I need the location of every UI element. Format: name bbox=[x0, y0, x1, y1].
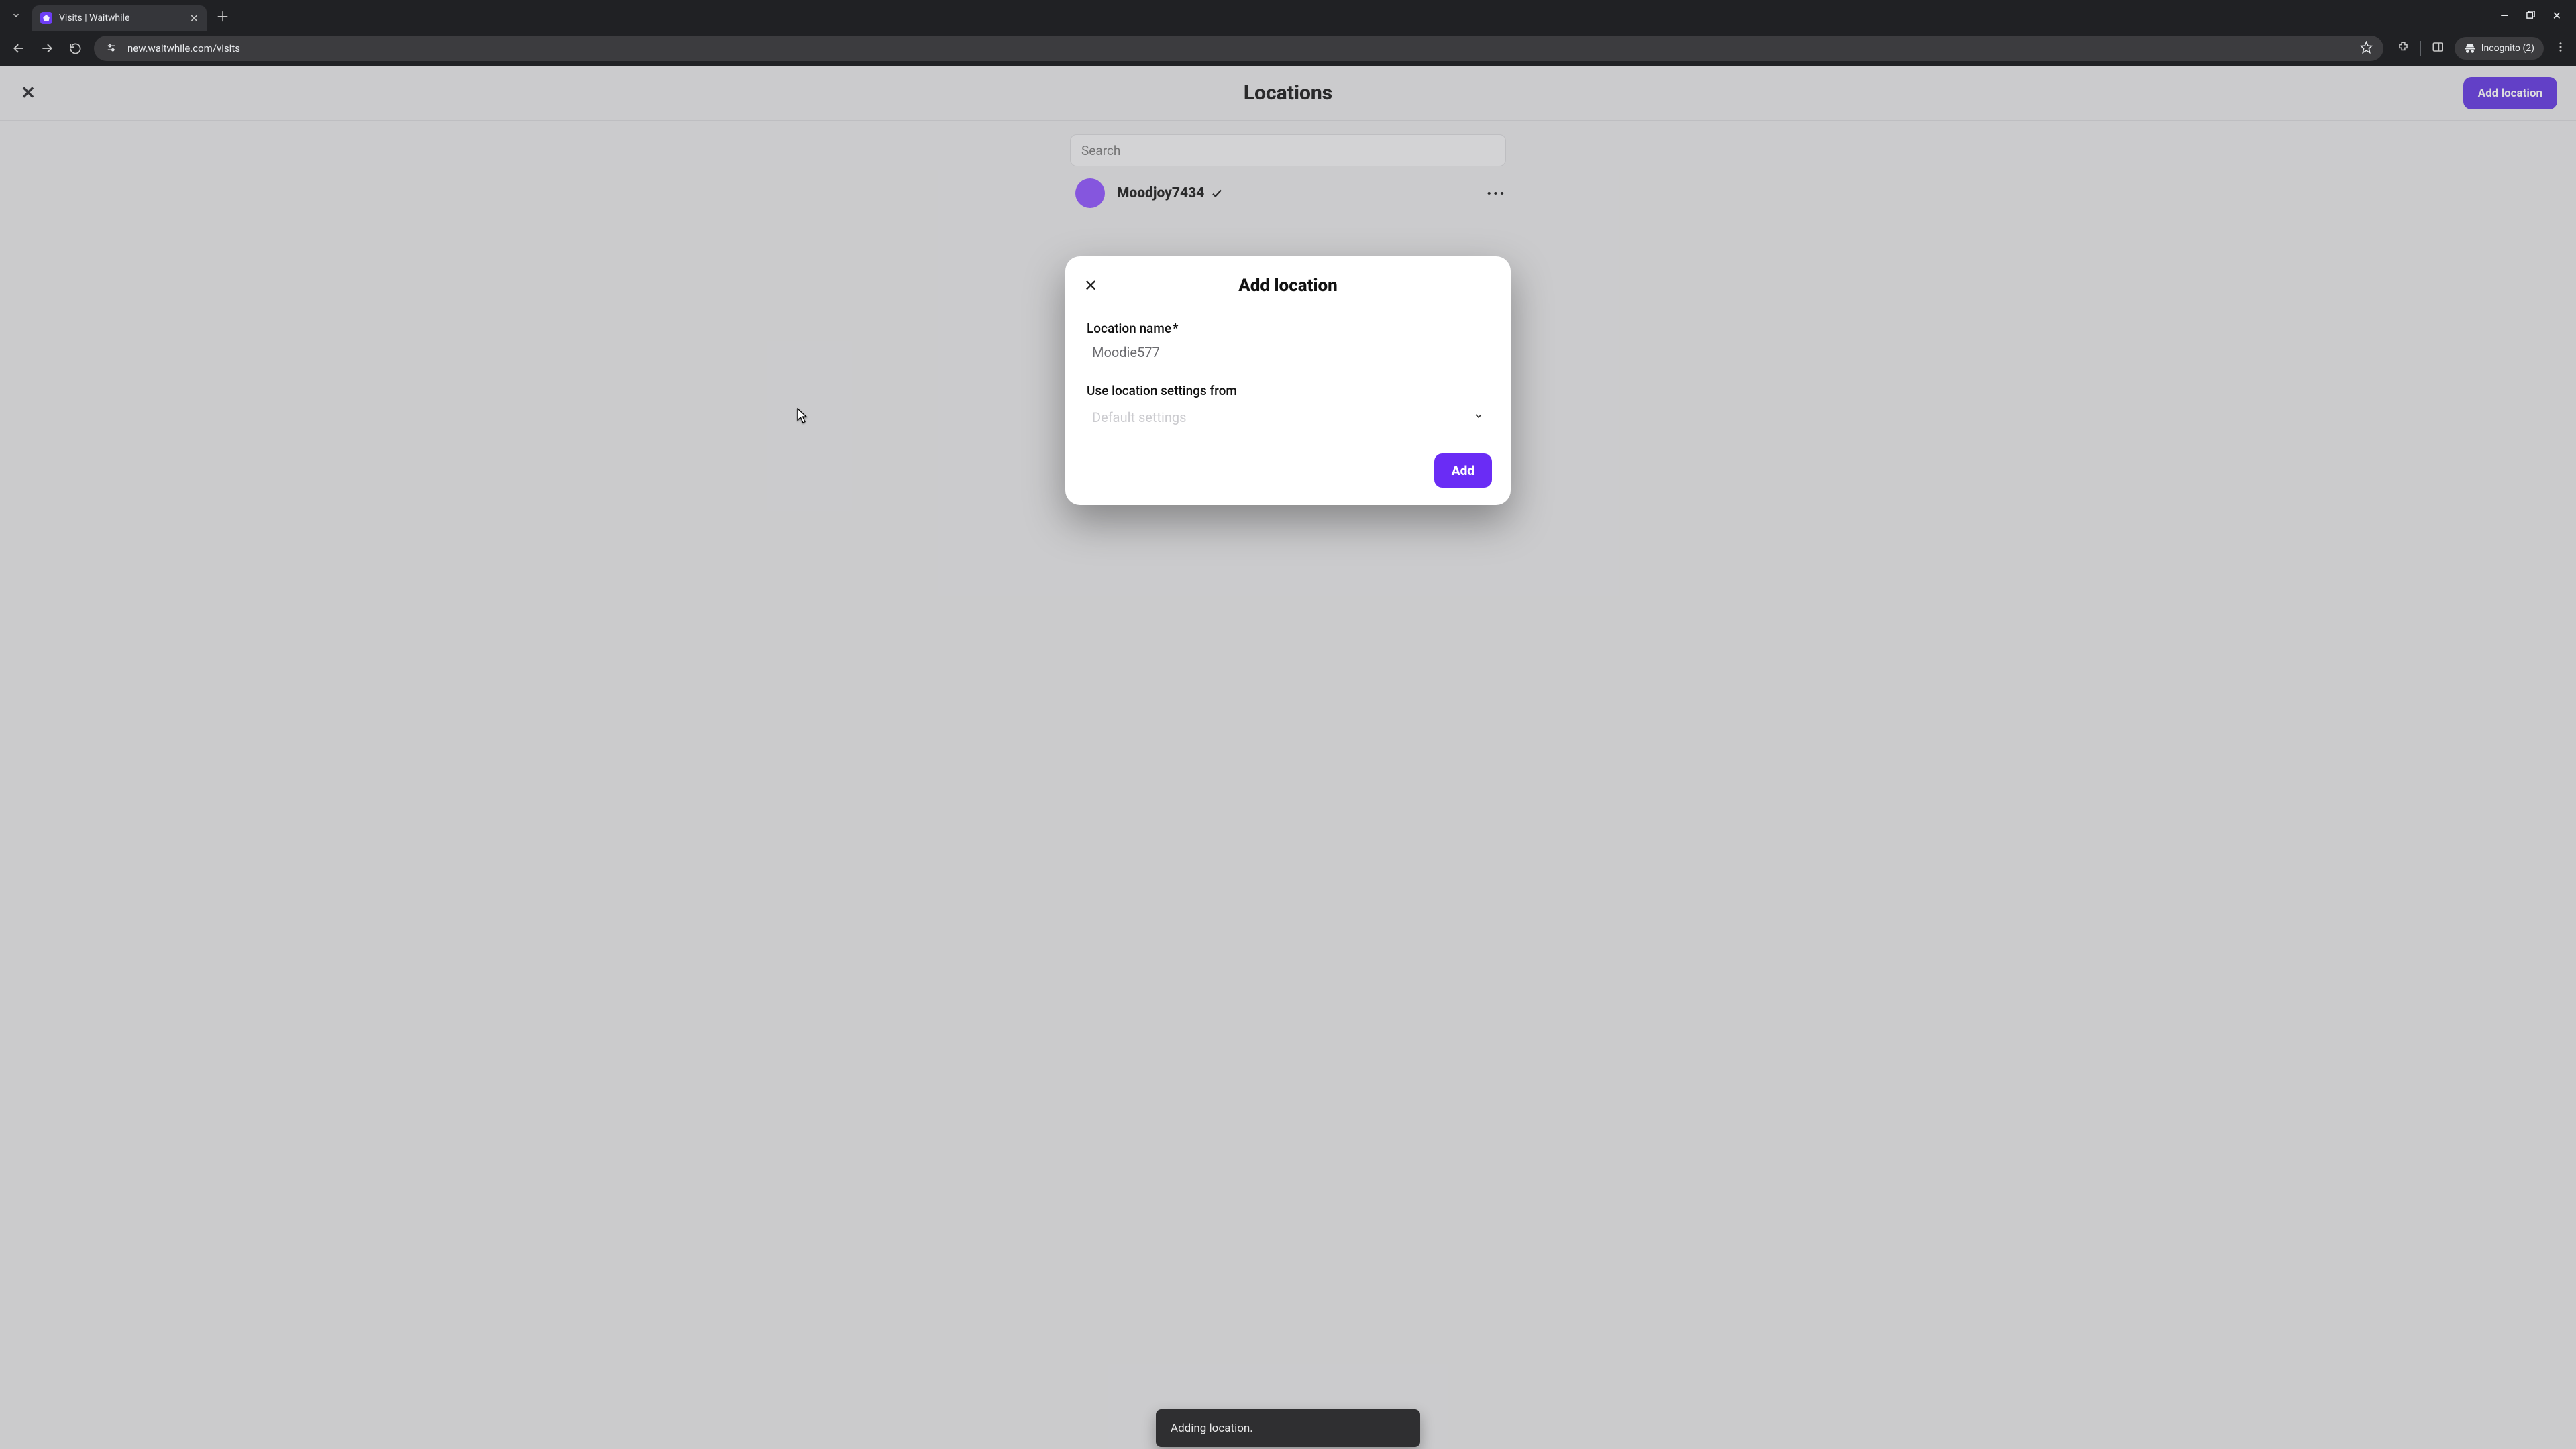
add-location-modal: ✕ Add location Location name* Use locati… bbox=[1065, 256, 1511, 505]
browser-toolbar: Incognito (2) bbox=[0, 31, 2576, 66]
modal-title: Add location bbox=[1100, 276, 1476, 296]
settings-from-value: Default settings bbox=[1092, 409, 1186, 425]
incognito-indicator[interactable]: Incognito (2) bbox=[2455, 37, 2544, 60]
chevron-down-icon bbox=[1473, 411, 1484, 424]
toolbar-right: Incognito (2) bbox=[2393, 37, 2567, 60]
site-info-button[interactable] bbox=[105, 42, 118, 55]
chevron-down-icon bbox=[11, 11, 21, 20]
browser-tab[interactable]: Visits | Waitwhile ✕ bbox=[32, 5, 207, 31]
toast-notification: Adding location. bbox=[1156, 1409, 1420, 1447]
nav-back-button[interactable] bbox=[9, 39, 28, 58]
location-name-field-label: Location name* bbox=[1087, 321, 1489, 336]
incognito-icon bbox=[2464, 42, 2476, 54]
location-name-input[interactable] bbox=[1087, 336, 1489, 364]
toast-message: Adding location. bbox=[1171, 1421, 1253, 1435]
reload-icon bbox=[69, 42, 82, 55]
location-name-label-text: Location name bbox=[1087, 321, 1171, 336]
window-controls: — ✕ bbox=[2500, 9, 2569, 22]
side-panel-button[interactable] bbox=[2432, 41, 2444, 56]
kebab-icon bbox=[2555, 41, 2567, 53]
panel-icon bbox=[2432, 41, 2444, 53]
arrow-left-icon bbox=[12, 42, 25, 55]
modal-add-button[interactable]: Add bbox=[1434, 453, 1492, 488]
modal-close-button[interactable]: ✕ bbox=[1084, 276, 1100, 295]
tab-close-button[interactable]: ✕ bbox=[190, 12, 199, 25]
maximize-icon bbox=[2526, 11, 2535, 19]
tab-title: Visits | Waitwhile bbox=[59, 13, 129, 23]
app-viewport: ✕ Locations Add location Moodjoy7434 ···… bbox=[0, 66, 2576, 1449]
toolbar-divider bbox=[2420, 41, 2421, 56]
arrow-right-icon bbox=[40, 42, 54, 55]
new-tab-button[interactable]: ＋ bbox=[213, 6, 232, 25]
address-bar[interactable] bbox=[94, 36, 2383, 61]
browser-chrome: Visits | Waitwhile ✕ ＋ — ✕ bbox=[0, 0, 2576, 66]
tune-icon bbox=[105, 42, 117, 54]
tab-search-button[interactable] bbox=[7, 6, 25, 25]
window-maximize-button[interactable] bbox=[2526, 9, 2535, 22]
window-close-button[interactable]: ✕ bbox=[2553, 9, 2561, 22]
settings-from-field-label: Use location settings from bbox=[1087, 383, 1489, 398]
browser-menu-button[interactable] bbox=[2555, 41, 2567, 56]
extensions-button[interactable] bbox=[2397, 41, 2410, 56]
modal-footer: Add bbox=[1084, 431, 1492, 488]
url-input[interactable] bbox=[127, 42, 2351, 54]
window-minimize-button[interactable]: — bbox=[2500, 9, 2509, 22]
extension-icon bbox=[2397, 41, 2410, 54]
tab-strip: Visits | Waitwhile ✕ ＋ — ✕ bbox=[0, 0, 2576, 31]
nav-forward-button[interactable] bbox=[38, 39, 56, 58]
bookmark-button[interactable] bbox=[2360, 41, 2373, 56]
settings-from-select[interactable]: Default settings bbox=[1087, 404, 1489, 431]
star-icon bbox=[2360, 41, 2373, 54]
required-asterisk: * bbox=[1173, 321, 1178, 336]
modal-header: ✕ Add location bbox=[1084, 272, 1492, 299]
incognito-label: Incognito (2) bbox=[2481, 43, 2534, 54]
nav-reload-button[interactable] bbox=[66, 39, 85, 58]
modal-body: Location name* Use location settings fro… bbox=[1084, 299, 1492, 431]
waitwhile-favicon bbox=[40, 12, 52, 24]
